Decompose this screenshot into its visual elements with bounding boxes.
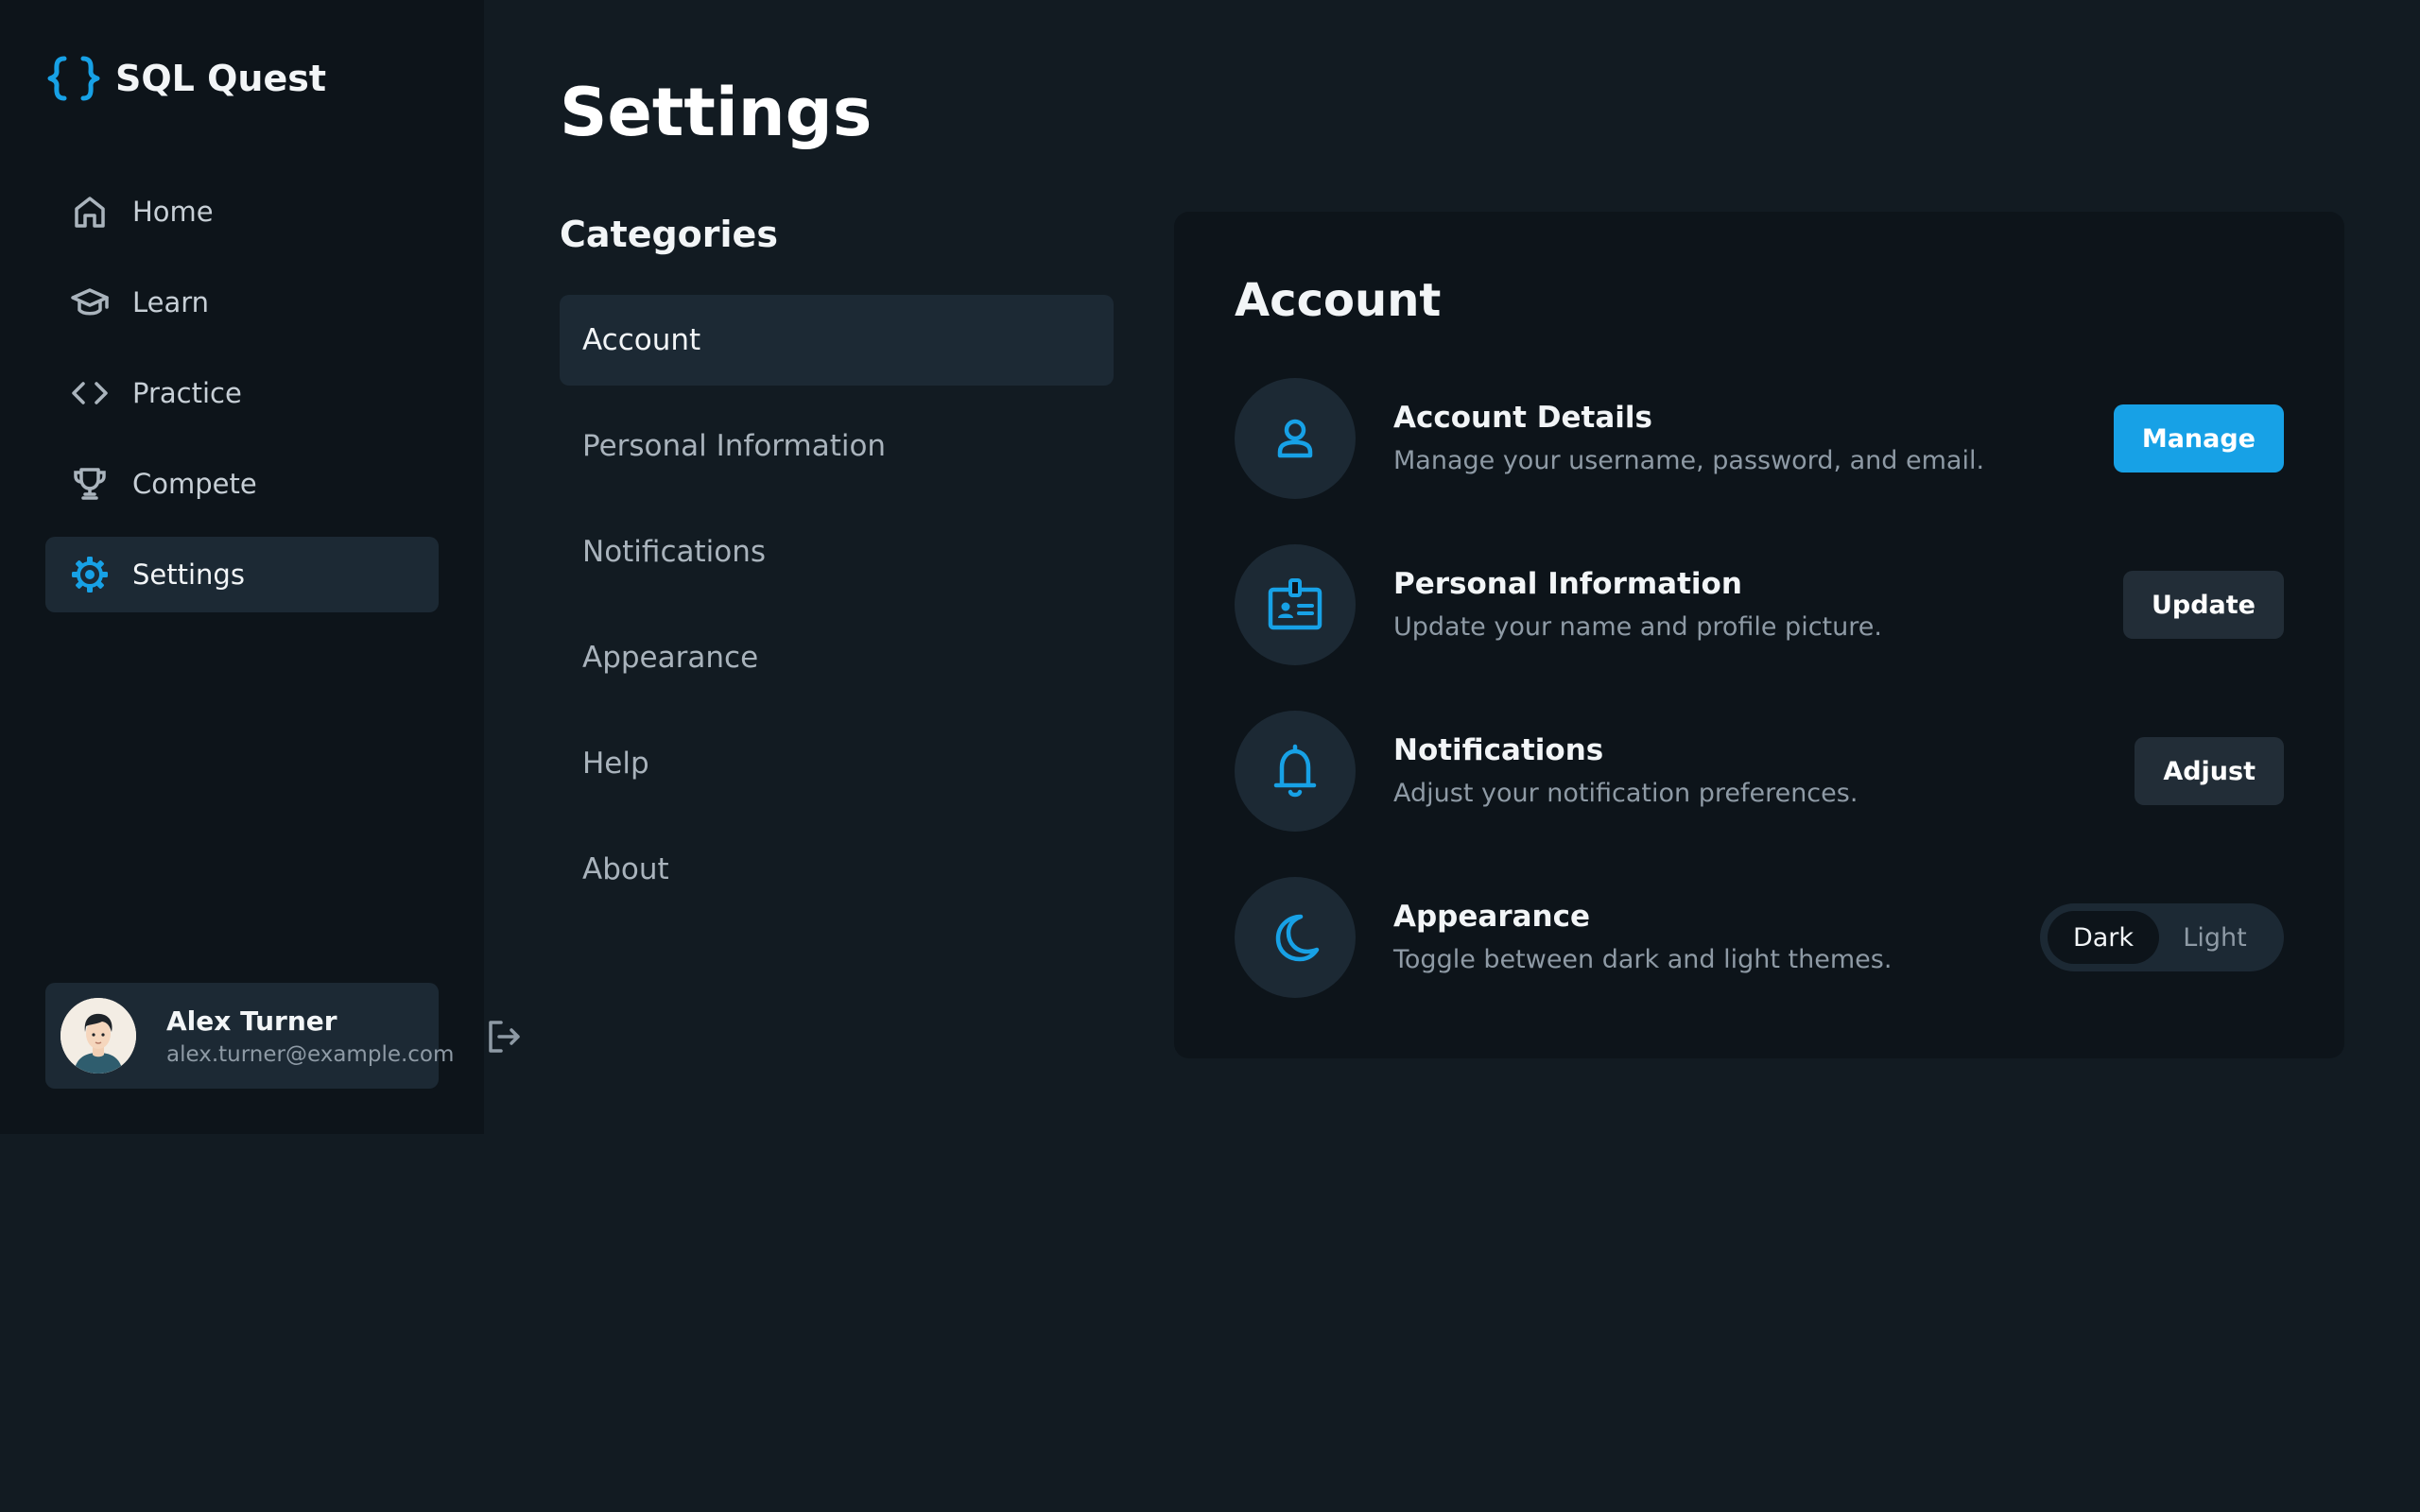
id-badge-icon <box>1235 544 1356 665</box>
row-description: Update your name and profile picture. <box>1393 612 1882 642</box>
categories-heading: Categories <box>560 214 778 255</box>
category-personal-information[interactable]: Personal Information <box>560 401 1114 491</box>
code-icon <box>70 373 110 413</box>
sidebar-item-label: Home <box>132 196 214 228</box>
app-name: SQL Quest <box>115 58 327 99</box>
category-help[interactable]: Help <box>560 718 1114 809</box>
row-description: Toggle between dark and light themes. <box>1393 945 1893 974</box>
sidebar-item-practice[interactable]: Practice <box>45 355 439 431</box>
user-email: alex.turner@example.com <box>166 1041 455 1067</box>
user-name: Alex Turner <box>166 1005 337 1037</box>
settings-row-account-details: Account Details Manage your username, pa… <box>1235 378 2284 499</box>
sidebar-item-label: Settings <box>132 558 245 591</box>
theme-option-light[interactable]: Light <box>2159 911 2271 964</box>
row-title: Notifications <box>1393 733 1604 767</box>
sidebar-nav: Home Learn Practice Compete Settings <box>45 174 439 627</box>
update-button[interactable]: Update <box>2122 571 2284 639</box>
category-notifications[interactable]: Notifications <box>560 507 1114 597</box>
sidebar-item-label: Learn <box>132 286 210 318</box>
curly-braces-icon <box>47 55 100 102</box>
brand[interactable]: SQL Quest <box>47 55 326 102</box>
sidebar-item-settings[interactable]: Settings <box>45 537 439 612</box>
category-account[interactable]: Account <box>560 295 1114 386</box>
theme-option-dark[interactable]: Dark <box>2048 911 2159 964</box>
settings-row-appearance: Appearance Toggle between dark and light… <box>1235 877 2284 998</box>
row-title: Personal Information <box>1393 567 1742 601</box>
row-description: Adjust your notification preferences. <box>1393 779 1858 808</box>
trophy-icon <box>70 464 110 504</box>
avatar <box>60 998 136 1074</box>
graduation-cap-icon <box>70 283 110 322</box>
sidebar-item-label: Compete <box>132 468 257 500</box>
row-title: Appearance <box>1393 900 1590 934</box>
category-appearance[interactable]: Appearance <box>560 612 1114 703</box>
user-icon <box>1235 378 1356 499</box>
panel-title: Account <box>1235 274 1442 327</box>
sidebar-item-home[interactable]: Home <box>45 174 439 249</box>
sidebar-item-label: Practice <box>132 377 242 409</box>
sidebar: SQL Quest Home Learn Practice Compete Se… <box>0 0 520 1134</box>
settings-row-personal-information: Personal Information Update your name an… <box>1235 544 2284 665</box>
user-card[interactable]: Alex Turner alex.turner@example.com <box>45 983 454 1089</box>
adjust-button[interactable]: Adjust <box>2135 737 2284 805</box>
bell-icon <box>1235 711 1356 832</box>
logout-icon[interactable] <box>482 1015 526 1058</box>
categories-list: Account Personal Information Notificatio… <box>560 295 1114 930</box>
gear-icon <box>70 555 110 594</box>
page-title: Settings <box>560 74 873 151</box>
sidebar-item-compete[interactable]: Compete <box>45 446 439 522</box>
home-icon <box>70 192 110 232</box>
category-about[interactable]: About <box>560 824 1114 915</box>
manage-button[interactable]: Manage <box>2113 404 2284 472</box>
row-title: Account Details <box>1393 401 1652 435</box>
account-panel: Account Account Details Manage your user… <box>1174 212 2344 1058</box>
sidebar-item-learn[interactable]: Learn <box>45 265 439 340</box>
user-info: Alex Turner alex.turner@example.com <box>166 1005 454 1067</box>
settings-row-notifications: Notifications Adjust your notification p… <box>1235 711 2284 832</box>
moon-icon <box>1235 877 1356 998</box>
theme-toggle[interactable]: Dark Light <box>2040 903 2284 971</box>
row-description: Manage your username, password, and emai… <box>1393 446 1985 475</box>
